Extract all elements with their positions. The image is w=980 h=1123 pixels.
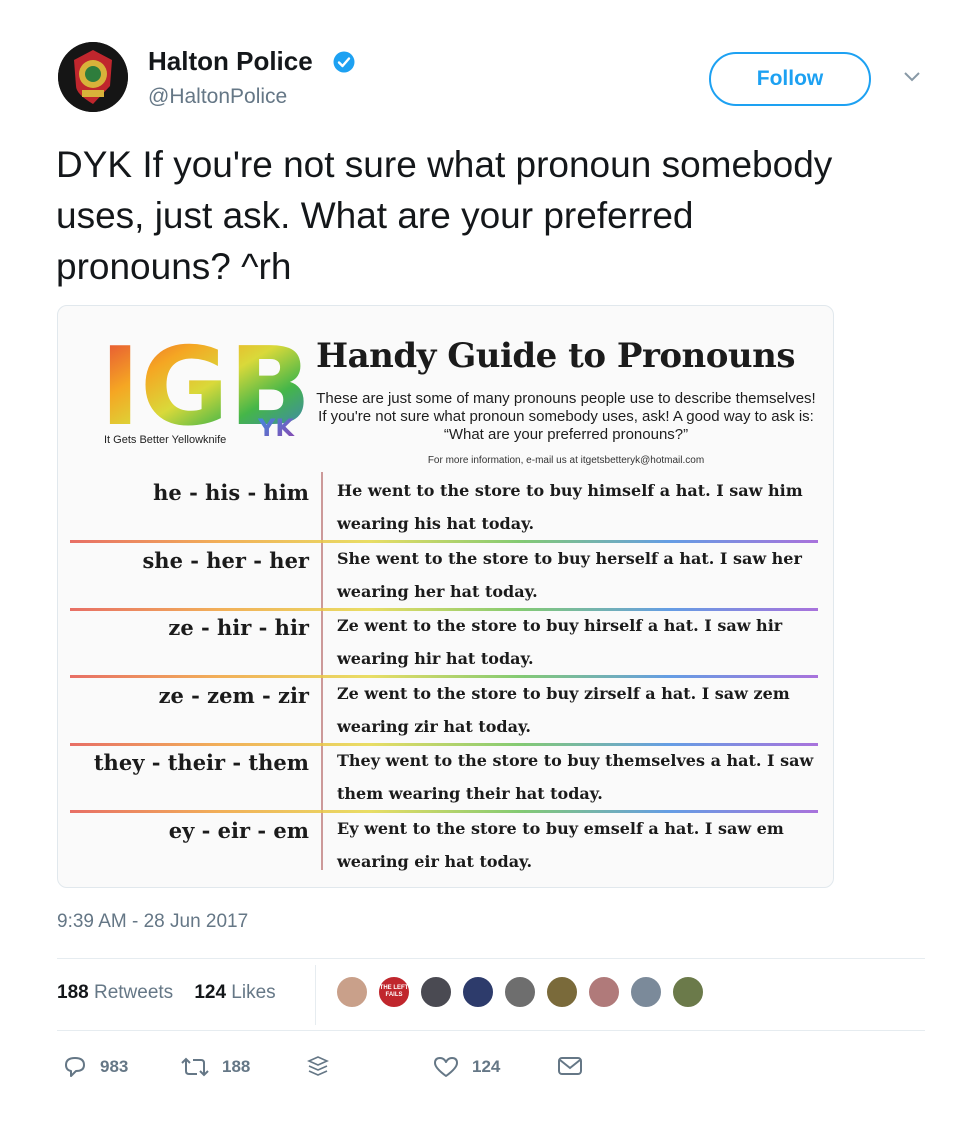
avatar[interactable] bbox=[58, 42, 128, 112]
stack-button[interactable] bbox=[307, 1055, 341, 1079]
retweets-label: Retweets bbox=[93, 982, 174, 1003]
liker-avatar[interactable] bbox=[461, 975, 495, 1009]
pronoun-example: He went to the store to buy himself a ha… bbox=[337, 481, 803, 533]
liker-avatar[interactable] bbox=[629, 975, 663, 1009]
likes-label: Likes bbox=[231, 982, 276, 1003]
pronoun-example: Ze went to the store to buy hirself a ha… bbox=[337, 616, 783, 668]
pronoun-example: She went to the store to buy herself a h… bbox=[337, 549, 802, 601]
display-name[interactable]: Halton Police bbox=[148, 46, 313, 77]
likes-count: 124 bbox=[194, 982, 227, 1003]
pronoun-set: he - his - him bbox=[153, 480, 309, 505]
retweet-icon bbox=[181, 1057, 209, 1077]
liker-avatar[interactable] bbox=[671, 975, 705, 1009]
pronoun-set: ey - eir - em bbox=[168, 818, 309, 843]
police-badge-icon bbox=[58, 42, 128, 112]
retweets-stat[interactable]: 188 Retweets bbox=[57, 982, 173, 1003]
user-handle[interactable]: @HaltonPolice bbox=[148, 85, 287, 109]
tweet-stats: 188 Retweets 124 Likes bbox=[57, 982, 276, 1004]
igb-logo: IGB YK bbox=[100, 328, 306, 440]
liker-avatar[interactable]: THE LEFT FAILS bbox=[377, 975, 411, 1009]
tweet-timestamp[interactable]: 9:39 AM - 28 Jun 2017 bbox=[57, 911, 248, 933]
divider bbox=[57, 958, 925, 959]
divider bbox=[315, 965, 316, 1025]
liker-avatar[interactable] bbox=[587, 975, 621, 1009]
like-count: 124 bbox=[472, 1057, 501, 1076]
pronoun-set: ze - zem - zir bbox=[158, 683, 309, 708]
tweet-image[interactable]: IGB YK It Gets Better Yellowknife Handy … bbox=[57, 305, 834, 888]
liker-avatar[interactable] bbox=[335, 975, 369, 1009]
guide-title: Handy Guide to Pronouns bbox=[316, 336, 796, 376]
guide-contact: For more information, e-mail us at itget… bbox=[427, 455, 705, 466]
liker-avatar[interactable] bbox=[419, 975, 453, 1009]
pronoun-set: she - her - her bbox=[142, 548, 309, 573]
envelope-icon bbox=[558, 1057, 582, 1075]
likes-stat[interactable]: 124 Likes bbox=[194, 982, 275, 1003]
chevron-down-icon[interactable] bbox=[902, 70, 922, 84]
retweet-button[interactable]: 188 bbox=[180, 1055, 250, 1079]
like-button[interactable]: 124 bbox=[432, 1055, 500, 1079]
reply-icon bbox=[65, 1057, 85, 1077]
divider bbox=[57, 1030, 925, 1031]
pronoun-set: they - their - them bbox=[93, 750, 309, 775]
tweet-text: DYK If you're not sure what pronoun some… bbox=[56, 144, 833, 287]
pronoun-set: ze - hir - hir bbox=[168, 615, 309, 640]
stack-icon bbox=[307, 1056, 329, 1076]
reply-count: 983 bbox=[100, 1057, 129, 1076]
reply-button[interactable]: 983 bbox=[62, 1055, 128, 1079]
logo-tagline: It Gets Better Yellowknife bbox=[104, 434, 227, 446]
guide-description: These are just some of many pronouns peo… bbox=[316, 390, 816, 443]
pronoun-example: Ze went to the store to buy zirself a ha… bbox=[337, 684, 790, 736]
igb-logo-sub: YK bbox=[257, 414, 295, 440]
verified-badge-icon bbox=[333, 51, 355, 73]
liker-avatar[interactable] bbox=[545, 975, 579, 1009]
pronoun-example: They went to the store to buy themselves… bbox=[337, 751, 814, 803]
retweet-count: 188 bbox=[222, 1057, 251, 1076]
direct-message-button[interactable] bbox=[557, 1055, 595, 1077]
follow-button[interactable]: Follow bbox=[709, 52, 871, 106]
retweets-count: 188 bbox=[57, 982, 89, 1003]
pronoun-example: Ey went to the store to buy emself a hat… bbox=[337, 819, 784, 871]
liker-avatar[interactable] bbox=[503, 975, 537, 1009]
heart-icon bbox=[434, 1057, 458, 1077]
